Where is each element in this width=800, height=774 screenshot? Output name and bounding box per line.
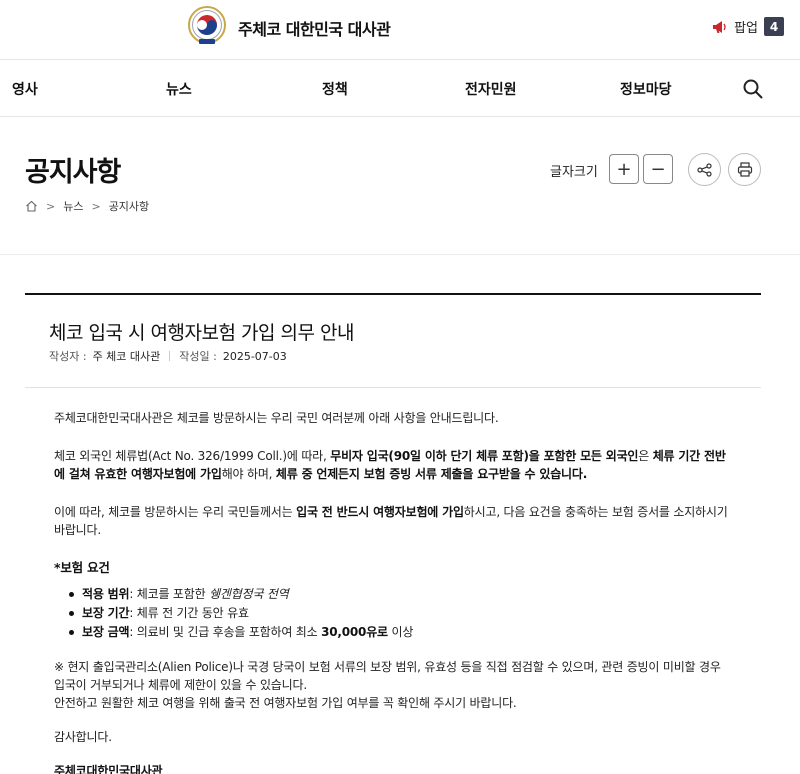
breadcrumb-separator: > — [91, 199, 101, 213]
share-icon — [696, 162, 712, 177]
paragraph-note: ※ 현지 출입국관리소(Alien Police)나 국경 당국이 보험 서류의… — [54, 660, 721, 692]
main-nav: 영사 뉴스 정책 전자민원 정보마당 — [0, 61, 800, 117]
font-decrease-button[interactable]: − — [643, 154, 673, 184]
list-item: 보장 금액: 의료비 및 긴급 후송을 포함하여 최소 30,000유로 이상 — [54, 623, 734, 642]
breadcrumb-item-current: 공지사항 — [108, 200, 150, 213]
nav-item-news[interactable]: 뉴스 — [166, 79, 192, 99]
breadcrumb-item-news[interactable]: 뉴스 — [63, 198, 83, 214]
nav-item-info[interactable]: 정보마당 — [620, 79, 672, 99]
author-value: 주 체코 대사관 — [92, 350, 161, 363]
breadcrumb: > 뉴스 > 공지사항 — [25, 198, 149, 214]
site-title[interactable]: 주체코 대한민국 대사관 — [238, 16, 391, 40]
article-meta: 작성자 : 주 체코 대사관 작성일 : 2025-07-03 — [49, 348, 287, 364]
emblem-icon[interactable] — [188, 6, 226, 46]
popup-count-badge: 4 — [764, 17, 784, 36]
print-icon — [737, 162, 752, 177]
paragraph-law: 체코 외국인 체류법(Act No. 326/1999 Coll.)에 따라, … — [54, 449, 726, 481]
nav-item-policy[interactable]: 정책 — [322, 79, 348, 99]
meta-divider — [169, 351, 171, 361]
popup-label: 팝업 — [734, 21, 758, 36]
popup-button[interactable]: 팝업 4 — [712, 17, 784, 36]
font-size-label: 글자크기 — [550, 165, 598, 180]
date-value: 2025-07-03 — [222, 349, 287, 363]
top-header: 주체코 대한민국 대사관 팝업 4 — [0, 0, 800, 60]
signature: 주체코대한민국대사관 — [54, 764, 163, 774]
header-divider — [0, 254, 800, 255]
paragraph-intro: 주체코대한민국대사관은 체코를 방문하시는 우리 국민 여러분께 아래 사항을 … — [54, 411, 499, 425]
search-icon[interactable] — [742, 78, 764, 100]
article-title: 체코 입국 시 여행자보험 가입 의무 안내 — [49, 322, 354, 344]
nav-item-consular[interactable]: 영사 — [12, 79, 38, 99]
requirements-list: 적용 범위: 체코를 포함한 쉥겐협정국 전역 보장 기간: 체류 전 기간 동… — [54, 585, 734, 642]
list-item: 보장 기간: 체류 전 기간 동안 유효 — [54, 604, 734, 623]
font-increase-button[interactable]: + — [609, 154, 639, 184]
breadcrumb-separator: > — [46, 199, 56, 213]
date-label: 작성일 : — [179, 350, 217, 363]
page-title: 공지사항 — [25, 157, 121, 188]
paragraph-advice: 이에 따라, 체코를 방문하시는 우리 국민들께서는 입국 전 반드시 여행자보… — [54, 505, 728, 537]
home-icon[interactable] — [25, 200, 38, 212]
megaphone-icon — [713, 20, 726, 33]
article-top-border — [25, 293, 761, 295]
article-body: 주체코대한민국대사관은 체코를 방문하시는 우리 국민 여러분께 아래 사항을 … — [54, 409, 734, 774]
nav-item-e-civil[interactable]: 전자민원 — [465, 79, 517, 99]
requirements-heading: *보험 요건 — [54, 560, 110, 575]
paragraph-thanks: 감사합니다. — [54, 730, 112, 744]
author-label: 작성자 : — [49, 350, 87, 363]
paragraph-note-2: 안전하고 원활한 체코 여행을 위해 출국 전 여행자보험 가입 여부를 꼭 확… — [54, 696, 517, 710]
list-item: 적용 범위: 체코를 포함한 쉥겐협정국 전역 — [54, 585, 734, 604]
share-button[interactable] — [688, 153, 721, 186]
article-separator — [25, 387, 761, 388]
print-button[interactable] — [728, 153, 761, 186]
